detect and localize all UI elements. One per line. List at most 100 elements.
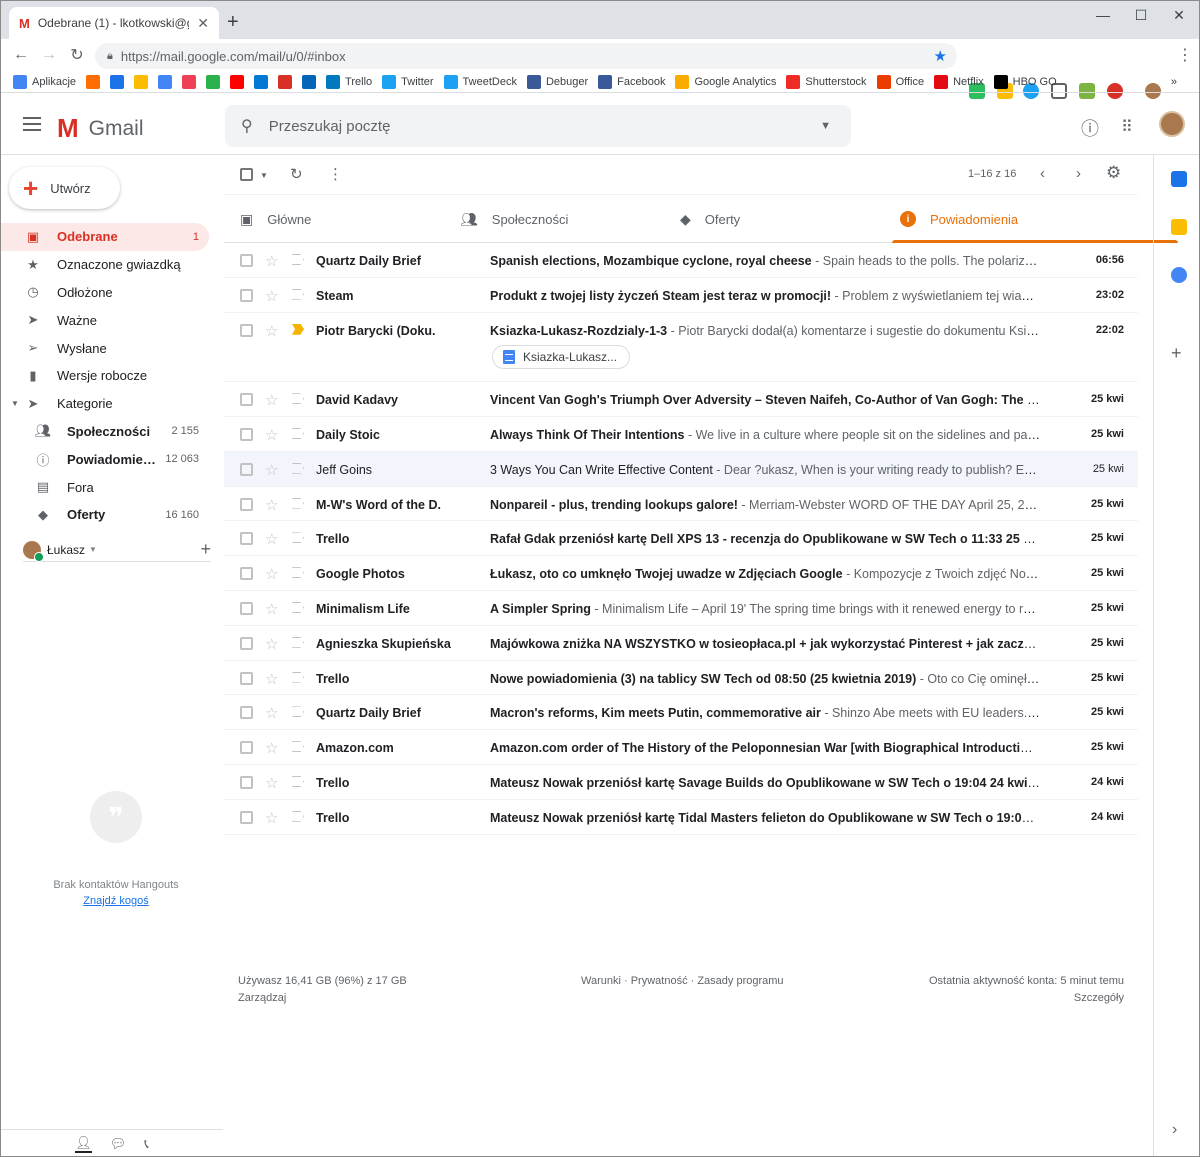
important-marker-icon[interactable] xyxy=(292,462,304,474)
email-row[interactable]: ☆ David Kadavy Vincent Van Gogh's Triumph … xyxy=(224,382,1138,417)
bookmark-item[interactable] xyxy=(302,74,317,89)
settings-gear-icon[interactable]: ⚙ xyxy=(1106,163,1121,183)
bookmark-item[interactable] xyxy=(158,74,173,89)
bookmark-item[interactable] xyxy=(182,74,197,89)
important-marker-icon[interactable] xyxy=(292,567,304,579)
contacts-person-icon[interactable]: 👤︎ xyxy=(75,1135,92,1153)
important-marker-icon[interactable] xyxy=(292,393,304,405)
select-dropdown-icon[interactable]: ▼ xyxy=(260,171,268,180)
email-row[interactable]: ☆ Trello Mateusz Nowak przeniósł kartę Sav… xyxy=(224,765,1138,800)
help-icon[interactable]: ⓘ xyxy=(1081,115,1099,141)
important-marker-icon[interactable] xyxy=(292,254,304,265)
more-bookmarks-icon[interactable]: » xyxy=(1171,76,1177,88)
row-checkbox[interactable] xyxy=(240,601,253,615)
hangouts-user[interactable]: Łukasz ▼ + xyxy=(23,538,211,562)
email-row[interactable]: ☆ Agnieszka Skupieńska Majówkowa zniżka NA… xyxy=(224,626,1138,661)
star-icon[interactable]: ☆ xyxy=(265,530,278,548)
star-icon[interactable]: ☆ xyxy=(265,426,278,444)
address-bar[interactable]: 🔒︎ https://mail.google.com/mail/u/0/#inb… xyxy=(95,43,957,69)
main-menu-icon[interactable] xyxy=(23,117,41,131)
search-icon[interactable]: ⚲ xyxy=(241,116,253,136)
row-checkbox[interactable] xyxy=(240,462,253,476)
sidebar-item-important[interactable]: ➤ Ważne xyxy=(1,306,209,334)
email-row[interactable]: ☆ Trello Mateusz Nowak przeniósł kartę Tid… xyxy=(224,800,1138,835)
important-marker-icon[interactable] xyxy=(292,323,304,335)
bookmark-item[interactable]: HBO GO xyxy=(993,74,1057,89)
important-marker-icon[interactable] xyxy=(292,671,304,683)
menu-dots-icon[interactable]: ⋮ xyxy=(1171,45,1199,65)
details-link[interactable]: Szczegóły xyxy=(1074,990,1124,1007)
reload-icon[interactable]: ↻ xyxy=(63,45,91,65)
star-icon[interactable]: ☆ xyxy=(265,809,278,827)
email-row[interactable]: ☆ Quartz Daily Brief Spanish elections, Mo… xyxy=(224,243,1138,278)
email-row[interactable]: ☆ M-W's Word of the D. Nonpareil - plus, t… xyxy=(224,487,1138,522)
star-icon[interactable]: ☆ xyxy=(265,322,278,340)
sidebar-item-forum[interactable]: ▤ Fora xyxy=(1,473,209,501)
bookmark-item[interactable]: Trello xyxy=(326,74,372,89)
star-icon[interactable]: ☆ xyxy=(265,391,278,409)
important-marker-icon[interactable] xyxy=(292,532,304,544)
select-all-checkbox[interactable] xyxy=(240,168,253,181)
find-someone-link[interactable]: Znajdź kogoś xyxy=(1,895,231,907)
row-checkbox[interactable] xyxy=(240,427,253,441)
tab-people[interactable]: 👥︎ Społeczności xyxy=(460,195,568,243)
minimize-icon[interactable]: — xyxy=(1093,7,1113,23)
bookmark-item[interactable] xyxy=(134,74,149,89)
sidebar-item-draft[interactable]: ▮ Wersje robocze xyxy=(1,362,209,390)
keep-icon[interactable] xyxy=(1171,219,1187,235)
email-row[interactable]: ☆ Google Photos Łukasz, oto co umknęło Two… xyxy=(224,556,1138,591)
star-icon[interactable]: ☆ xyxy=(265,670,278,688)
bookmark-item[interactable] xyxy=(230,74,245,89)
add-addon-icon[interactable]: + xyxy=(1171,343,1182,364)
maximize-icon[interactable]: ☐ xyxy=(1131,7,1151,24)
next-page-icon[interactable]: › xyxy=(1076,165,1081,182)
apps-grid-icon[interactable]: ⠿ xyxy=(1121,117,1133,137)
attachment-chip[interactable]: Ksiazka-Lukasz... xyxy=(492,344,631,369)
forward-icon[interactable]: → xyxy=(35,46,63,64)
back-icon[interactable]: ← xyxy=(7,46,35,64)
star-icon[interactable]: ☆ xyxy=(265,252,278,270)
account-avatar[interactable] xyxy=(1159,111,1185,137)
bookmark-star-icon[interactable]: ★ xyxy=(934,47,947,65)
calendar-icon[interactable] xyxy=(1171,171,1187,187)
important-marker-icon[interactable] xyxy=(292,775,304,787)
footer-links[interactable]: Warunki · Prywatność · Zasady programu xyxy=(581,973,784,990)
add-contact-icon[interactable]: + xyxy=(200,539,211,560)
tab-info[interactable]: i Powiadomienia xyxy=(891,195,1179,243)
important-marker-icon[interactable] xyxy=(292,706,304,718)
sidebar-item-inbox[interactable]: ▣ Odebrane 1 xyxy=(1,223,209,251)
prev-page-icon[interactable]: ‹ xyxy=(1040,165,1045,182)
sidebar-item-send[interactable]: ➢ Wysłane xyxy=(1,334,209,362)
email-row[interactable]: ☆ Piotr Barycki (Doku. Ksiazka-Lukasz-Rozd… xyxy=(224,313,1138,383)
email-row[interactable]: ☆ Trello Rafał Gdak przeniósł kartę Dell X… xyxy=(224,521,1138,557)
expand-panel-icon[interactable]: › xyxy=(1172,1121,1177,1139)
row-checkbox[interactable] xyxy=(240,323,253,337)
sidebar-item-tag[interactable]: ◆ Oferty 16 160 xyxy=(1,501,209,529)
star-icon[interactable]: ☆ xyxy=(265,565,278,583)
close-window-icon[interactable]: ✕ xyxy=(1169,7,1189,24)
email-row[interactable]: ☆ Steam Produkt z twojej listy życzeń Stea… xyxy=(224,278,1138,313)
phone-icon[interactable]: 📞︎ xyxy=(144,1136,149,1152)
row-checkbox[interactable] xyxy=(240,706,253,720)
new-tab-icon[interactable]: + xyxy=(227,11,239,34)
row-checkbox[interactable] xyxy=(240,636,253,650)
important-marker-icon[interactable] xyxy=(292,497,304,509)
star-icon[interactable]: ☆ xyxy=(265,287,278,305)
important-marker-icon[interactable] xyxy=(292,810,304,822)
email-row[interactable]: ☆ Jeff Goins 3 Ways You Can Write Effectiv… xyxy=(224,451,1138,487)
search-mail-input[interactable]: ⚲ Przeszukaj pocztę ▼ xyxy=(225,105,851,147)
tab-tag[interactable]: ◆ Oferty xyxy=(680,195,740,243)
tab-inbox[interactable]: ▣ Główne xyxy=(240,195,311,243)
bookmark-item[interactable]: Debuger xyxy=(526,74,588,89)
search-options-icon[interactable]: ▼ xyxy=(820,120,831,132)
email-row[interactable]: ☆ Minimalism Life A Simpler Spring - Minim… xyxy=(224,591,1138,626)
star-icon[interactable]: ☆ xyxy=(265,774,278,792)
row-checkbox[interactable] xyxy=(240,567,253,581)
browser-tab[interactable]: M Odebrane (1) - lkotkowski@gmail ✕ xyxy=(9,7,219,39)
bookmark-item[interactable] xyxy=(278,74,293,89)
email-row[interactable]: ☆ Trello Nowe powiadomienia (3) na tablicy… xyxy=(224,661,1138,696)
bookmark-item[interactable]: Google Analytics xyxy=(675,74,776,89)
gmail-logo[interactable]: M Gmail xyxy=(57,113,144,144)
row-checkbox[interactable] xyxy=(240,671,253,685)
important-marker-icon[interactable] xyxy=(292,741,304,753)
